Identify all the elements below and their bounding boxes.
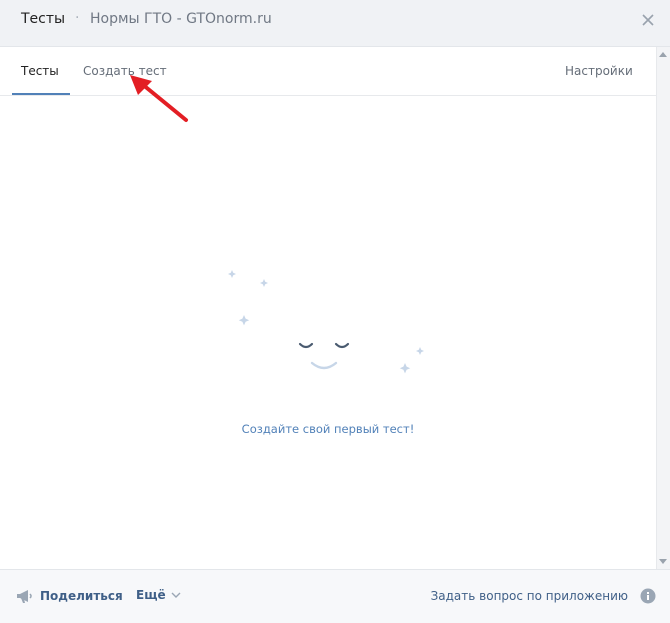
ask-question-link[interactable]: Задать вопрос по приложению <box>431 589 628 603</box>
tab-bar: Тесты Создать тест Настройки <box>0 47 656 96</box>
scroll-down-arrow-icon[interactable] <box>659 559 667 565</box>
settings-link[interactable]: Настройки <box>565 64 633 78</box>
window-title: Тесты <box>21 11 66 27</box>
close-button[interactable] <box>637 9 659 31</box>
megaphone-icon <box>17 590 32 603</box>
info-icon[interactable] <box>640 588 656 604</box>
sleeping-face-icon <box>228 270 424 374</box>
more-button[interactable]: Ещё <box>136 588 181 602</box>
share-label: Поделиться <box>40 589 123 603</box>
chevron-down-icon <box>171 592 181 598</box>
scroll-up-arrow-icon[interactable] <box>659 51 667 57</box>
active-tab-indicator <box>12 93 70 95</box>
scrollbar[interactable] <box>656 47 670 569</box>
window-header: Тесты · Нормы ГТО - GTOnorm.ru <box>0 0 670 47</box>
app-name: Нормы ГТО - GTOnorm.ru <box>90 11 272 27</box>
footer-bar: Поделиться Ещё Задать вопрос по приложен… <box>0 569 670 623</box>
sparkle-icon <box>238 315 250 326</box>
sparkle-icon <box>399 363 411 374</box>
sparkle-icon <box>228 270 236 278</box>
annotation-arrow-icon <box>130 75 188 122</box>
close-icon <box>642 14 654 26</box>
empty-state-message: Создайте свой первый тест! <box>241 422 415 436</box>
sparkle-icon <box>416 347 424 355</box>
share-button[interactable]: Поделиться <box>16 588 123 604</box>
sparkle-icon <box>260 279 268 287</box>
more-label: Ещё <box>136 588 166 602</box>
tab-tests[interactable]: Тесты <box>21 64 59 78</box>
title-separator: · <box>75 10 80 26</box>
